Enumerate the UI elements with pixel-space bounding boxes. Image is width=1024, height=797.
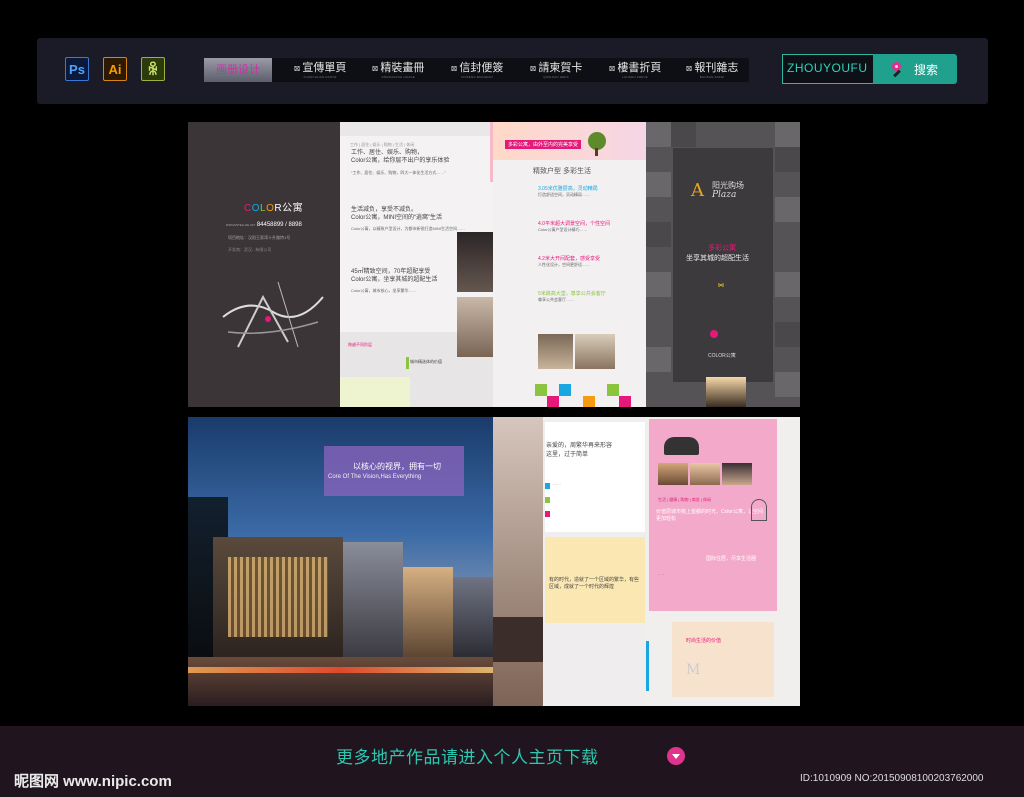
sofa-image <box>664 437 699 455</box>
search-button-label: 搜索 <box>913 62 938 77</box>
nav-tab-leaflet[interactable]: ⊠ 樓書折頁 LOUSHU ZHEYE <box>599 58 671 82</box>
room-photo-2 <box>575 334 615 369</box>
interior-photo <box>457 297 493 357</box>
more-works-banner[interactable]: 更多地产作品请进入个人主页下载 <box>336 743 599 768</box>
model-photo <box>457 232 493 292</box>
address-text: 项目地址：汉阳王家湾十升路特1号 <box>228 235 291 240</box>
phone-number: RSPASSTELLNE 027 84458899 / 8898 <box>226 222 302 228</box>
search-button[interactable]: 搜索 <box>873 54 957 84</box>
nav-tab-magazine[interactable]: ⊠ 報刊雜志 BAOKAN ZAZHI <box>676 58 748 82</box>
category-nav: 画册设计 ⊠ 宣傳單頁 XUANCHUAN DANYE ⊠ 精裝畫冊 JINGZHU… <box>204 58 749 82</box>
nav-tab-album[interactable]: 画册设计 <box>204 58 272 82</box>
brochure-panel-2: 工作 | 居住 | 娱乐 | 购物 | 生活 | 休闲 工作、居住、娱乐、购物，… <box>340 122 493 407</box>
nav-tab-envelope[interactable]: ⊠ 信封便簽 XINFENG BIANQIAN <box>441 58 513 82</box>
location-map <box>222 281 324 348</box>
search-input[interactable]: ZHOUYOUFU <box>782 54 874 84</box>
nav-tab-flyer[interactable]: ⊠ 宣傳單頁 XUANCHUAN DANYE <box>284 58 356 82</box>
brochure-panel-6: 亲爱的，周繁华再来形容这里，过于简单 …… 有的时代，造就了一个区域的繁华，有些… <box>493 417 646 706</box>
top-toolbar: Ps Ai ꆜ 画册设计 ⊠ 宣傳單頁 XUANCHUAN DANYE ⊠ 精裝畫冊… <box>37 38 988 104</box>
brochure-panel-5: 以核心的视界，拥有一切 Core Of The Vision,Has Every… <box>188 417 493 706</box>
down-arrow-icon[interactable] <box>667 747 685 765</box>
building-photo <box>706 377 746 407</box>
couple-photo <box>493 417 543 706</box>
brochure-panel-7: 生活 | 健康 | 购物 | 商务 | 休闲 价值层城市核上首都的时光，Colo… <box>646 417 800 706</box>
search-icon <box>891 62 906 78</box>
photoshop-icon[interactable]: Ps <box>65 57 89 81</box>
nav-tab-invitation[interactable]: ⊠ 請柬賀卡 QINGJIAN HEKA <box>520 58 592 82</box>
room-photo-1 <box>538 334 573 369</box>
indesign-icon[interactable]: ꆜ <box>141 57 165 81</box>
image-id-label: ID:1010909 NO:20150908100203762000 <box>800 773 984 784</box>
color-apartment-logo: COLOR公寓 <box>244 203 304 214</box>
brochure-panel-3: 多彩公寓，由外至内的完美享受 精致户型 多彩生活 3.05米优雅层高，灵动精局 … <box>493 122 646 407</box>
plaza-logo-icon: A <box>691 180 704 201</box>
nav-tab-hardcover[interactable]: ⊠ 精裝畫冊 JINGZHUANG HUACE <box>362 58 434 82</box>
brochure-panel-1: COLOR公寓 RSPASSTELLNE 027 84458899 / 8898… <box>188 122 340 407</box>
brochure-panel-4: A 阳光购场 Plaza 多彩公寓 坐享其城的超配生活 ⋈ COLOR公寓 <box>646 122 800 407</box>
nipic-watermark: 昵图网 www.nipic.com <box>14 773 172 790</box>
tower-building <box>343 542 403 657</box>
illustrator-icon[interactable]: Ai <box>103 57 127 81</box>
